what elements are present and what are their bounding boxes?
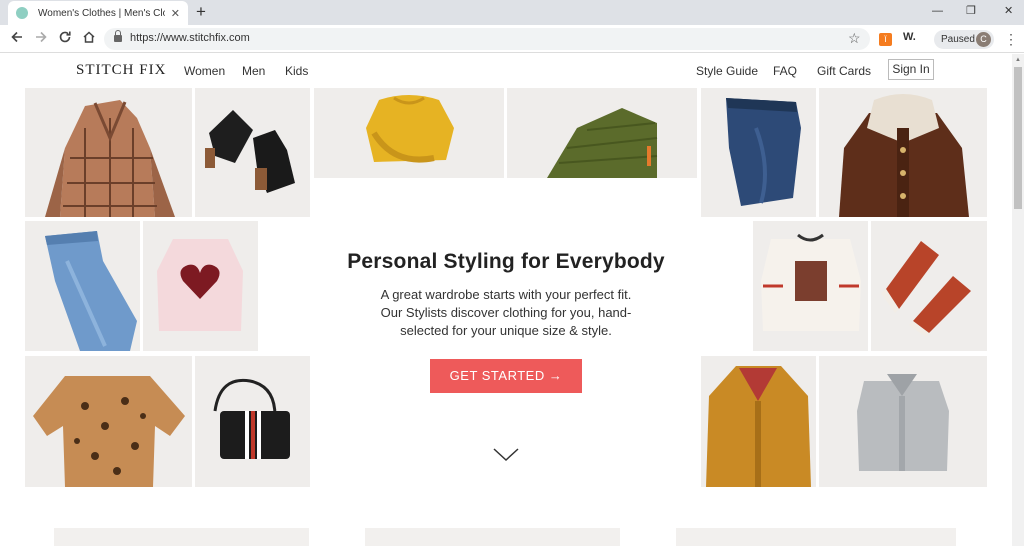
- extension-w-icon[interactable]: W.: [903, 31, 916, 43]
- hero-line-3: selected for your unique size & style.: [400, 323, 612, 338]
- stitch-fix-logo[interactable]: STITCH FIX: [76, 62, 166, 79]
- scroll-up-icon[interactable]: ▲: [1015, 57, 1021, 63]
- new-tab-button[interactable]: +: [196, 3, 206, 21]
- green-puffer-jacket-icon: [547, 108, 658, 178]
- tile-leopard-top: [25, 356, 192, 487]
- bookmark-star-icon[interactable]: ☆: [848, 30, 861, 47]
- browser-tab-strip: Women's Clothes | Men's Clothes ✕ + — ❐ …: [0, 0, 1024, 25]
- brown-corduroy-jacket-icon: [839, 94, 969, 217]
- minimize-button[interactable]: —: [932, 3, 943, 19]
- plaid-coat-icon: [45, 100, 175, 217]
- tile-mustard-jacket: [701, 356, 816, 487]
- extension-rss-icon[interactable]: ǐ: [879, 33, 892, 46]
- tile-black-crossbody-bag: [195, 356, 310, 487]
- tab-close-icon[interactable]: ✕: [171, 7, 180, 20]
- tile-red-sneakers: [871, 221, 987, 351]
- yellow-sweater-icon: [366, 95, 454, 163]
- red-sneakers-icon: [881, 241, 971, 337]
- nav-men[interactable]: Men: [242, 64, 265, 78]
- restore-button[interactable]: ❐: [966, 3, 976, 19]
- black-boots-icon: [205, 110, 295, 193]
- bottom-card-2: [365, 528, 620, 546]
- site-favicon-icon: [16, 7, 28, 19]
- nav-faq[interactable]: FAQ: [773, 64, 797, 78]
- bottom-card-1: [54, 528, 309, 546]
- black-crossbody-bag-icon: [213, 378, 290, 459]
- heart-sweater-icon: [157, 239, 243, 331]
- tile-yellow-sweater: [314, 88, 504, 178]
- tile-plaid-coat: [25, 88, 192, 217]
- url-text[interactable]: https://www.stitchfix.com: [130, 32, 250, 44]
- tile-black-boots: [195, 88, 310, 217]
- forward-arrow-icon[interactable]: [34, 29, 48, 49]
- browser-toolbar: https://www.stitchfix.com: [0, 25, 1024, 53]
- tab-title: Women's Clothes | Men's Clothes: [38, 7, 165, 19]
- tile-graphic-tee: [753, 221, 868, 351]
- nav-style-guide[interactable]: Style Guide: [696, 64, 758, 78]
- hero-description: A great wardrobe starts with your perfec…: [346, 286, 666, 340]
- nav-women[interactable]: Women: [184, 64, 225, 78]
- reload-icon[interactable]: [58, 29, 72, 49]
- browser-menu-icon[interactable]: ⋮: [1004, 30, 1018, 48]
- lock-icon: [114, 30, 122, 42]
- tile-brown-corduroy-jacket: [819, 88, 987, 217]
- grey-shirt-icon: [857, 374, 949, 471]
- mustard-jacket-icon: [706, 366, 811, 487]
- dark-jeans-icon: [726, 98, 801, 206]
- hero-title: Personal Styling for Everybody: [347, 250, 665, 273]
- profile-avatar[interactable]: C: [976, 32, 991, 47]
- light-jeans-icon: [45, 231, 137, 351]
- hero-line-1: A great wardrobe starts with your perfec…: [380, 287, 632, 302]
- nav-kids[interactable]: Kids: [285, 64, 308, 78]
- tile-heart-sweater: [143, 221, 258, 351]
- nav-gift-cards[interactable]: Gift Cards: [817, 64, 871, 78]
- site-header: STITCH FIX Women Men Kids Style Guide FA…: [0, 54, 1012, 87]
- tile-dark-jeans: [701, 88, 816, 217]
- get-started-button[interactable]: GET STARTED →: [430, 359, 582, 393]
- scroll-down-chevron-icon[interactable]: [493, 448, 519, 462]
- sign-in-button[interactable]: Sign In: [888, 59, 934, 80]
- address-bar[interactable]: https://www.stitchfix.com: [104, 28, 870, 50]
- tile-grey-shirt: [819, 356, 987, 487]
- leopard-top-icon: [33, 376, 185, 487]
- tile-green-puffer-jacket: [507, 88, 697, 178]
- scrollbar-thumb[interactable]: [1014, 67, 1022, 209]
- bottom-card-3: [676, 528, 956, 546]
- browser-tab[interactable]: Women's Clothes | Men's Clothes ✕: [8, 1, 188, 25]
- close-window-button[interactable]: ✕: [1004, 3, 1013, 19]
- back-arrow-icon[interactable]: [10, 29, 24, 49]
- tile-light-jeans: [25, 221, 140, 351]
- graphic-tee-icon: [761, 233, 861, 331]
- hero-line-2: Our Stylists discover clothing for you, …: [380, 305, 632, 320]
- home-icon[interactable]: [82, 29, 96, 49]
